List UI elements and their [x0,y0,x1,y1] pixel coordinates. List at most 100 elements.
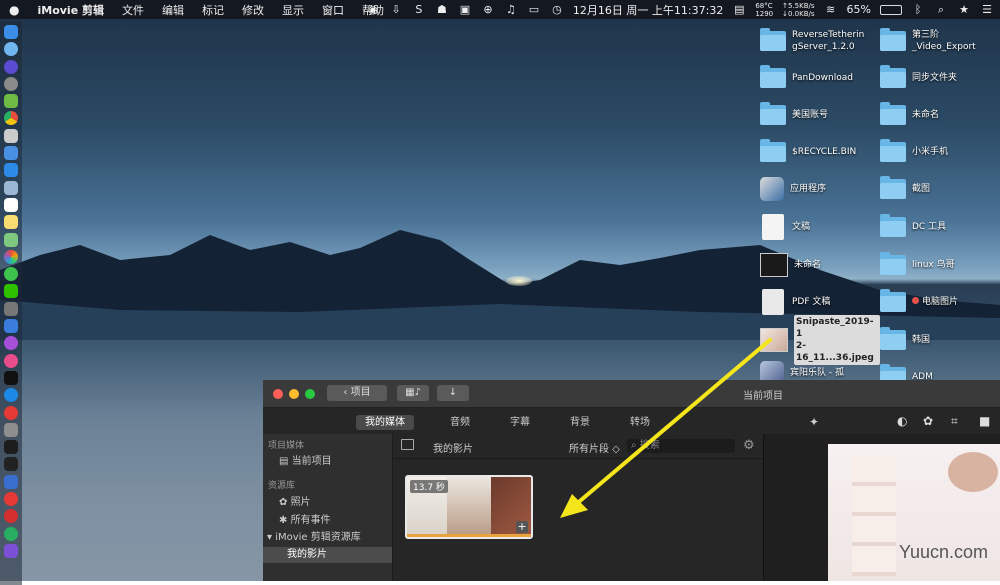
wechat-alt-icon[interactable] [4,526,18,541]
sensor-readout[interactable]: 68°C 1290 [755,2,773,18]
media-clip[interactable]: 13.7 秒 + [405,475,533,539]
minimize-window-button[interactable] [289,389,299,399]
desktop-icon-untitled-image[interactable]: 未命名 [760,250,880,280]
sidebar-item-current-project[interactable]: ▤ 当前项目 [263,454,392,470]
snipaste-icon[interactable]: S [412,3,426,16]
tab-transitions[interactable]: 转场 [620,415,660,430]
cloud-download-icon[interactable]: ⇩ [389,3,403,16]
tab-titles[interactable]: 字幕 [500,415,540,430]
screenshot-icon[interactable] [4,301,18,316]
desktop-icon-screenshots[interactable]: 截图 [880,174,1000,204]
disk-utility-icon[interactable] [4,128,18,143]
preview-icon[interactable] [4,180,18,195]
desktop-icon-applications[interactable]: 应用程序 [760,174,880,204]
wifi-icon[interactable]: ≋ [824,3,838,16]
magic-wand-icon[interactable]: ✦ [809,415,819,429]
clip-filter-select[interactable]: 所有片段 ◇ [569,440,620,455]
app-store-icon[interactable] [4,146,18,161]
menu-modify[interactable]: 修改 [233,2,273,18]
desktop-icon-snipaste-jpeg[interactable]: Snipaste_2019-1 2-16_11...36.jpeg [760,315,880,365]
finder-icon[interactable] [4,25,18,39]
desktop-icon-untitled-folder[interactable]: 未命名 [880,100,1000,130]
music-icon[interactable]: ♫ [504,3,518,16]
wechat-icon[interactable] [4,284,18,299]
bluetooth-icon[interactable]: ᛒ [911,3,925,16]
back-to-projects-button[interactable]: ‹ 项目 [327,385,387,401]
desktop-icon-recycle-bin[interactable]: $RECYCLE.BIN [760,137,880,167]
zoom-window-button[interactable] [305,389,315,399]
desktop-icon-reverse-tethering[interactable]: ReverseTetherin gServer_1.2.0 [760,26,880,56]
search-input[interactable]: 搜索 [640,440,660,451]
launchpad-icon[interactable] [4,76,18,91]
battery-percent[interactable]: 65% [847,3,871,16]
tab-audio[interactable]: 音频 [440,415,480,430]
sidebar-item-all-events[interactable]: ✱ 所有事件 [263,513,392,529]
record-icon[interactable]: ◉ [366,3,380,16]
yandex-icon[interactable] [4,492,18,507]
calendar-icon[interactable] [4,197,18,212]
desktop-icon-korea[interactable]: 韩国 [880,325,1000,355]
menu-view[interactable]: 显示 [273,2,313,18]
spotlight-icon[interactable]: ⌕ [934,3,948,16]
desktop-icon-computer-pictures[interactable]: 电脑图片 [880,287,1000,317]
messages-icon[interactable] [4,267,18,282]
safari-icon[interactable] [4,42,18,57]
activity-monitor-icon[interactable] [4,440,18,455]
maps-icon[interactable] [4,232,18,247]
desktop-icon-sync-folder[interactable]: 同步文件夹 [880,63,1000,93]
tab-backgrounds[interactable]: 背景 [560,415,600,430]
desktop-icon-xiaomi-phone[interactable]: 小米手机 [880,137,1000,167]
chrome-icon[interactable] [4,111,18,126]
desktop-icon-pdf-doc[interactable]: PDF 文稿 [760,287,880,317]
sidebar-item-photos[interactable]: ✿ 照片 [263,495,392,511]
vivaldi-icon[interactable] [4,405,18,420]
app-store-blue-icon[interactable] [4,388,18,403]
media-library-toggle[interactable]: ▦♪ [397,385,429,401]
battery-icon[interactable] [880,4,902,15]
favorites-star-icon[interactable]: ★ [957,3,971,16]
menu-edit[interactable]: 编辑 [153,2,193,18]
app-menu[interactable]: iMovie 剪辑 [28,2,113,18]
crop-icon[interactable]: ⌗ [951,414,958,429]
datetime[interactable]: 12月16日 周一 上午11:37:32 [573,2,723,18]
settings-gear-icon[interactable]: ⚙ [743,438,755,453]
apple-tv-icon[interactable] [4,370,18,385]
vpn-icon[interactable] [4,474,18,489]
menu-mark[interactable]: 标记 [193,2,233,18]
network-readout[interactable]: ↑5.5KB/s ↓0.0KB/s [782,2,814,18]
desktop-icon-dc-tools[interactable]: DC 工具 [880,212,1000,242]
podcasts-icon[interactable] [4,336,18,351]
camera-icon[interactable]: ■ [979,414,990,428]
desktop-icon-pandownload[interactable]: PanDownload [760,63,880,93]
qq-icon[interactable]: ☗ [435,3,449,16]
menu-file[interactable]: 文件 [113,2,153,18]
itunes-icon[interactable] [4,353,18,368]
clock-icon[interactable]: ◷ [550,3,564,16]
apple-menu-icon[interactable]: ● [0,3,28,17]
display-icon[interactable]: ▭ [527,3,541,16]
import-button[interactable]: ↓ [437,385,469,401]
disclosure-triangle-icon[interactable]: ▾ [267,532,275,543]
color-palette-icon[interactable]: ✿ [923,414,933,428]
chart-icon[interactable]: ▤ [732,3,746,16]
system-preferences-icon[interactable] [4,422,18,437]
android-icon[interactable] [4,94,18,109]
close-window-button[interactable] [273,389,283,399]
imovie-icon[interactable] [4,543,18,558]
sidebar-item-library[interactable]: ▾ iMovie 剪辑资源库 [263,530,392,546]
notes-icon[interactable] [4,215,18,230]
add-clip-icon[interactable]: + [516,521,528,533]
desktop-icon-video-export[interactable]: 第三阶 _Video_Export [880,26,1000,56]
sidebar-item-my-movies[interactable]: 我的影片 [263,547,392,563]
desktop-icon-documents[interactable]: 文稿 [760,212,880,242]
siri-icon[interactable] [4,59,18,74]
keynote-icon[interactable] [4,319,18,334]
desktop-icon-linux[interactable]: linux 鸟哥 [880,250,1000,280]
color-balance-icon[interactable]: ◐ [897,414,907,428]
menu-window[interactable]: 窗口 [313,2,353,18]
sync-icon[interactable]: ▣ [458,3,472,16]
desktop-icon-us-account[interactable]: 美国账号 [760,100,880,130]
photos-icon[interactable] [4,249,18,264]
globe-icon[interactable]: ⊕ [481,3,495,16]
xcode-icon[interactable] [4,163,18,178]
